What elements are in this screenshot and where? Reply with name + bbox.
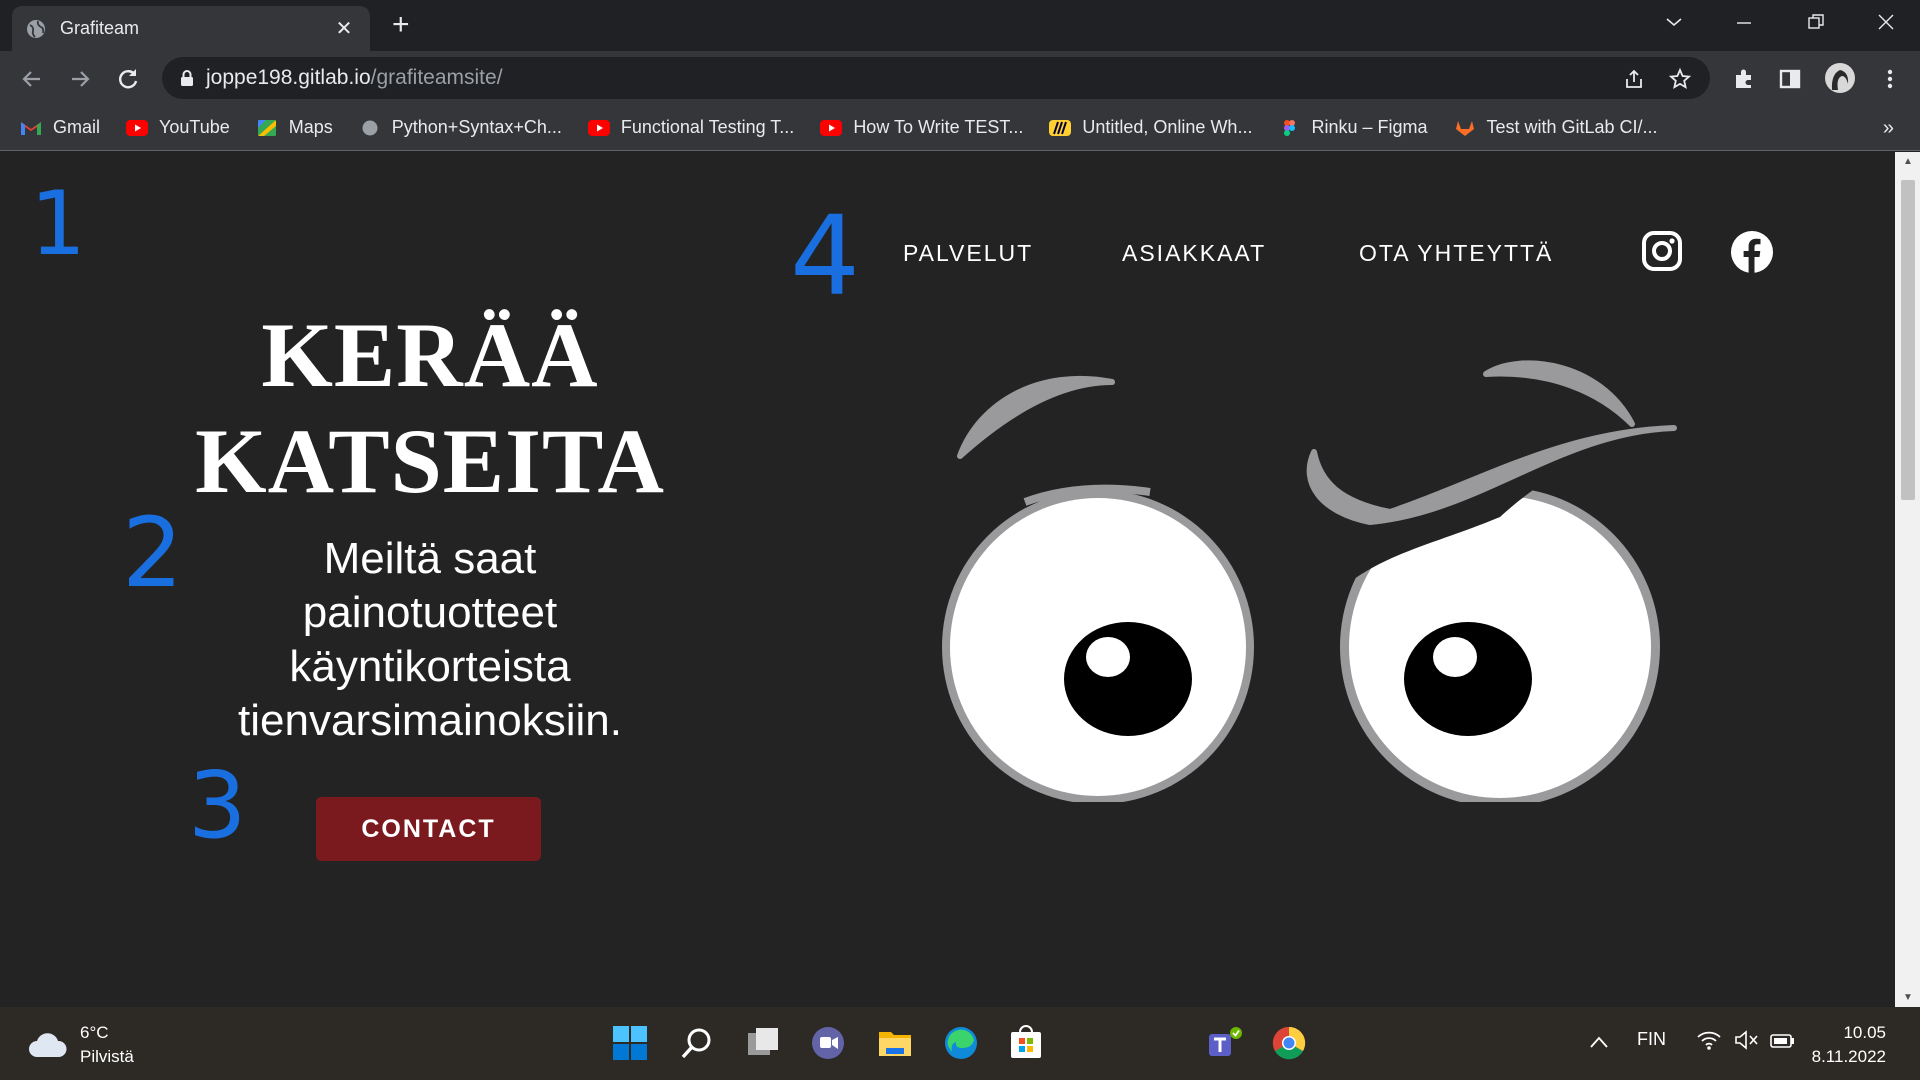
back-arrow-icon[interactable] (18, 65, 46, 93)
new-tab-icon[interactable]: + (392, 10, 410, 40)
language-indicator[interactable]: FIN (1637, 1029, 1666, 1050)
web-page: KERÄÄ KATSEITA Meiltä saat painotuotteet… (0, 152, 1895, 1007)
close-window-icon[interactable] (1876, 12, 1896, 32)
youtube-icon (820, 119, 843, 136)
bookmarks-overflow-icon[interactable]: » (1883, 117, 1894, 140)
battery-icon[interactable] (1768, 1029, 1796, 1051)
bookmark-figma[interactable]: Rinku – Figma (1278, 117, 1428, 138)
volume-muted-icon[interactable] (1733, 1029, 1759, 1051)
contact-button[interactable]: CONTACT (316, 797, 541, 861)
avatar[interactable] (1824, 62, 1856, 94)
microsoft-store-icon[interactable] (1007, 1024, 1045, 1062)
menu-kebab-icon[interactable] (1876, 65, 1904, 93)
chevron-up-icon[interactable] (1589, 1035, 1609, 1049)
system-clock[interactable]: 10.05 8.11.2022 (1812, 1021, 1886, 1069)
chrome-icon[interactable] (1270, 1024, 1308, 1062)
hero-subtitle-line: painotuotteet (302, 588, 558, 637)
maps-icon (257, 119, 276, 136)
tab-title: Grafiteam (60, 18, 140, 38)
miro-icon (1049, 119, 1072, 136)
facebook-icon[interactable] (1730, 230, 1774, 274)
hero-subtitle-line: Meiltä saat (323, 534, 537, 583)
restore-icon[interactable] (1806, 12, 1826, 32)
tab-close-icon[interactable]: ✕ (332, 16, 356, 41)
tab-search-icon[interactable] (1664, 14, 1684, 30)
nav-link-asiakkaat[interactable]: ASIAKKAAT (1122, 240, 1266, 267)
bookmark-gitlab[interactable]: Test with GitLab CI/... (1454, 117, 1658, 138)
scrollbar-thumb[interactable] (1901, 180, 1915, 500)
extensions-icon[interactable] (1730, 65, 1758, 93)
edge-browser-icon[interactable] (942, 1024, 980, 1062)
hero-subtitle: Meiltä saat painotuotteet käyntikorteist… (175, 532, 685, 748)
teams-chat-icon[interactable] (809, 1024, 847, 1062)
task-view-icon[interactable] (744, 1024, 782, 1062)
bookmark-gmail[interactable]: Gmail (20, 117, 100, 138)
reload-icon[interactable] (114, 65, 142, 93)
teams-icon[interactable] (1205, 1024, 1243, 1062)
scroll-up-icon[interactable]: ▲ (1901, 156, 1915, 167)
nav-link-palvelut[interactable]: PALVELUT (903, 240, 1033, 267)
eyes-illustration (942, 360, 1680, 802)
file-explorer-icon[interactable] (876, 1024, 914, 1062)
weather-temperature: 6°C (80, 1023, 109, 1042)
gmail-icon (21, 121, 41, 135)
url-text[interactable]: joppe198.gitlab.io/grafiteamsite/ (206, 66, 503, 90)
hero-title-line: KERÄÄ (261, 304, 599, 406)
side-panel-icon[interactable] (1776, 65, 1804, 93)
gitlab-icon (1455, 120, 1474, 136)
annotation-number: 4 (790, 192, 860, 320)
globe-icon (362, 120, 378, 135)
annotation-number: 2 (122, 497, 184, 609)
share-icon[interactable] (1622, 67, 1646, 91)
globe-icon (27, 19, 45, 38)
windows-start-icon[interactable] (611, 1024, 649, 1062)
annotation-number: 1 (30, 172, 86, 275)
figma-icon (1284, 119, 1296, 136)
browser-toolbar: joppe198.gitlab.io/grafiteamsite/ (0, 51, 1920, 105)
annotation-number: 3 (188, 752, 247, 859)
search-icon[interactable] (678, 1024, 716, 1062)
clock-date: 8.11.2022 (1811, 1047, 1886, 1066)
weather-description: Pilvistä (80, 1047, 134, 1066)
cloud-icon (29, 1033, 67, 1057)
bookmark-maps[interactable]: Maps (256, 117, 333, 138)
youtube-icon (126, 119, 149, 136)
hero-title: KERÄÄ KATSEITA (140, 302, 720, 514)
address-bar[interactable]: joppe198.gitlab.io/grafiteamsite/ (162, 57, 1710, 99)
lock-icon[interactable] (180, 69, 194, 87)
scroll-down-icon[interactable]: ▼ (1901, 992, 1915, 1003)
bookmark-functional-testing[interactable]: Functional Testing T... (587, 117, 794, 138)
bookmark-miro[interactable]: Untitled, Online Wh... (1049, 117, 1252, 138)
tab-strip: Grafiteam ✕ + (0, 0, 1920, 51)
nav-link-ota-yhteytta[interactable]: OTA YHTEYTTÄ (1359, 240, 1553, 267)
bookmark-how-to-write-test[interactable]: How To Write TEST... (820, 117, 1023, 138)
bookmark-youtube[interactable]: YouTube (126, 117, 230, 138)
hero-subtitle-line: käyntikorteista (289, 642, 571, 691)
wifi-icon[interactable] (1696, 1029, 1722, 1051)
youtube-icon (587, 119, 610, 136)
taskbar: 6°C Pilvistä FIN 10.05 8.11.2022 (0, 1007, 1920, 1080)
weather-widget[interactable]: 6°C Pilvistä (28, 1021, 134, 1069)
clock-time: 10.05 (1843, 1023, 1886, 1042)
star-icon[interactable] (1668, 67, 1692, 91)
bookmarks-bar: Gmail YouTube Maps Python+Syntax+Ch... F… (0, 105, 1920, 151)
minimize-icon[interactable] (1734, 18, 1754, 28)
hero-subtitle-line: tienvarsimainoksiin. (238, 696, 622, 745)
instagram-icon[interactable] (1641, 230, 1683, 272)
page-scrollbar[interactable]: ▲ ▼ (1895, 152, 1920, 1007)
hero-title-line: KATSEITA (195, 410, 665, 512)
tab-grafiteam[interactable]: Grafiteam ✕ (12, 6, 370, 51)
bookmark-python-syntax[interactable]: Python+Syntax+Ch... (359, 117, 562, 138)
forward-arrow-icon[interactable] (66, 65, 94, 93)
